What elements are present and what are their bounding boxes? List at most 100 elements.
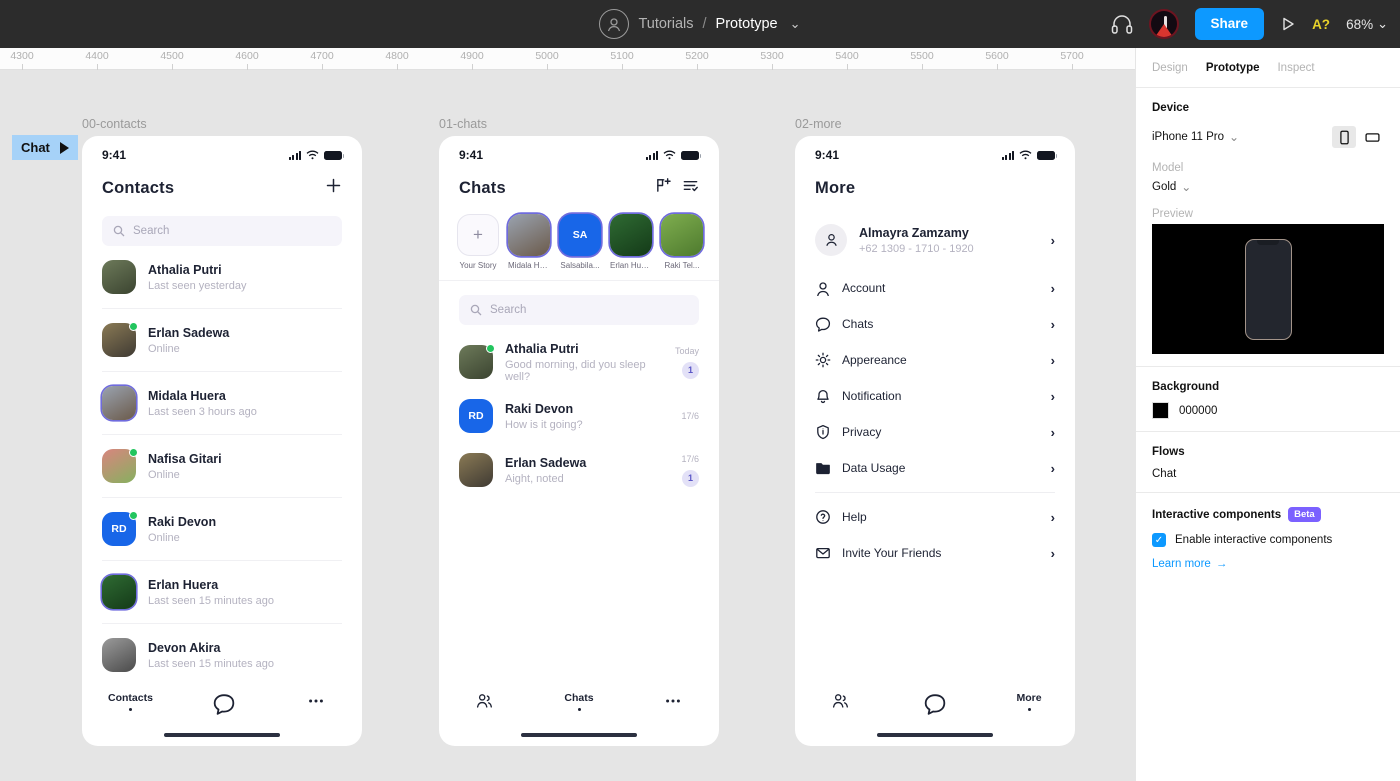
more-menu-item[interactable]: Data Usage ›: [815, 450, 1055, 486]
chevron-down-icon[interactable]: ⌄: [790, 16, 801, 32]
background-hex-value[interactable]: 000000: [1179, 405, 1217, 417]
plus-icon[interactable]: [325, 177, 342, 199]
chat-bubble-icon[interactable]: [212, 692, 236, 716]
a11y-status-indicator[interactable]: A?: [1312, 17, 1330, 32]
contact-row[interactable]: Devon Akira Last seen 15 minutes ago: [102, 624, 342, 678]
tab-item-chats[interactable]: Chats: [559, 692, 599, 711]
frame-label-more[interactable]: 02-more: [795, 117, 842, 131]
learn-more-link[interactable]: Learn more →: [1152, 558, 1227, 570]
chat-bubble-icon[interactable]: [923, 692, 947, 716]
color-swatch[interactable]: [1152, 402, 1169, 419]
status-bar-time: 9:41: [459, 148, 484, 162]
contacts-people-icon[interactable]: [832, 692, 850, 710]
more-items-group-2[interactable]: Help › Invite Your Friends ›: [815, 499, 1055, 571]
status-bar-icons: [645, 150, 701, 160]
contacts-people-icon[interactable]: [476, 692, 494, 710]
frame-00-contacts[interactable]: 9:41 Contacts Search Athalia Putri Last …: [82, 136, 362, 746]
tab-active-dot: [577, 708, 581, 711]
tab-item-more[interactable]: [653, 692, 693, 710]
avatar: RD: [459, 399, 493, 433]
contacts-list[interactable]: Athalia Putri Last seen yesterday Erlan Sa…: [82, 246, 362, 678]
story-item[interactable]: Erlan Huera: [610, 214, 652, 270]
tab-item-chats[interactable]: [915, 692, 955, 716]
more-dots-icon[interactable]: [307, 692, 325, 710]
tab-bar[interactable]: Chats: [439, 678, 719, 746]
frame-label-chats[interactable]: 01-chats: [439, 117, 487, 131]
contact-row[interactable]: RD Raki Devon Online: [102, 498, 342, 561]
phone-landscape-icon[interactable]: [1360, 126, 1384, 148]
frame-01-chats[interactable]: 9:41 Chats + Your Story Midala Hu... SA …: [439, 136, 719, 746]
background-color-row[interactable]: 000000: [1152, 402, 1384, 419]
panel-tab-prototype[interactable]: Prototype: [1206, 62, 1260, 74]
stories-strip[interactable]: + Your Story Midala Hu... SA Salsabila... Erl…: [439, 202, 719, 281]
share-button[interactable]: Share: [1194, 8, 1265, 40]
status-bar: 9:41: [439, 136, 719, 168]
search-input[interactable]: Search: [102, 216, 342, 246]
play-triangle-icon[interactable]: [59, 141, 69, 154]
profile-phone: +62 1309 - 1710 - 1920: [859, 242, 974, 255]
story-item[interactable]: Midala Hu...: [508, 214, 550, 270]
chat-row[interactable]: Erlan Sadewa Aight, noted 17/6 1: [459, 443, 699, 497]
contact-row[interactable]: Athalia Putri Last seen yesterday: [102, 246, 342, 309]
user-avatar[interactable]: [1148, 9, 1179, 39]
chat-row[interactable]: RD Raki Devon How is it going? 17/6: [459, 389, 699, 443]
more-menu-item[interactable]: Help ›: [815, 499, 1055, 535]
design-canvas[interactable]: Chat 00-contacts 9:41 Contacts Search At…: [0, 70, 1135, 781]
tab-item-more[interactable]: More: [1009, 692, 1049, 711]
tab-bar[interactable]: Contacts: [82, 678, 362, 746]
more-list[interactable]: Almayra Zamzamy +62 1309 - 1710 - 1920 ›…: [795, 202, 1075, 678]
tab-item-more[interactable]: [296, 692, 336, 710]
story-item[interactable]: SA Salsabila...: [559, 214, 601, 270]
model-select[interactable]: Gold ⌄: [1152, 180, 1191, 194]
avatar: [102, 575, 136, 609]
checkbox-icon[interactable]: ✓: [1152, 533, 1166, 547]
tab-item-contacts[interactable]: [821, 692, 861, 710]
breadcrumb-project[interactable]: Tutorials: [638, 16, 693, 32]
contact-row[interactable]: Midala Huera Last seen 3 hours ago: [102, 372, 342, 435]
panel-tabs[interactable]: Design Prototype Inspect: [1136, 48, 1400, 88]
user-circle-icon[interactable]: [599, 9, 630, 39]
frame-label-contacts[interactable]: 00-contacts: [82, 117, 147, 131]
more-menu-item[interactable]: Privacy ›: [815, 414, 1055, 450]
cellular-signal-icon: [1001, 150, 1014, 160]
tab-item-chats[interactable]: [204, 692, 244, 716]
more-menu-item[interactable]: Notification ›: [815, 378, 1055, 414]
contact-row[interactable]: Erlan Sadewa Online: [102, 309, 342, 372]
play-icon[interactable]: [1280, 16, 1296, 32]
tab-bar[interactable]: More: [795, 678, 1075, 746]
new-message-icon[interactable]: [655, 177, 672, 199]
frame-02-more[interactable]: 9:41 More Almayra Zamzamy +62 1309 - 171…: [795, 136, 1075, 746]
search-input[interactable]: Search: [459, 295, 699, 325]
contact-row[interactable]: Nafisa Gitari Online: [102, 435, 342, 498]
more-items-group-1[interactable]: Account › Chats › Appereance › Notification › Pr…: [815, 270, 1055, 486]
more-menu-item[interactable]: Invite Your Friends ›: [815, 535, 1055, 571]
more-dots-icon[interactable]: [664, 692, 682, 710]
chat-row[interactable]: Athalia Putri Good morning, did you sleep…: [459, 335, 699, 389]
read-all-icon[interactable]: [682, 177, 699, 199]
chats-list[interactable]: Athalia Putri Good morning, did you sleep…: [439, 325, 719, 678]
story-item[interactable]: Raki Tel...: [661, 214, 703, 270]
phone-portrait-icon[interactable]: [1332, 126, 1356, 148]
chat-name: Athalia Putri: [505, 341, 579, 356]
panel-tab-inspect[interactable]: Inspect: [1277, 62, 1314, 74]
headphones-icon[interactable]: [1111, 14, 1133, 34]
flow-item-chat[interactable]: Chat: [1152, 468, 1384, 480]
profile-row[interactable]: Almayra Zamzamy +62 1309 - 1710 - 1920 ›: [815, 212, 1055, 270]
contact-row[interactable]: Erlan Huera Last seen 15 minutes ago: [102, 561, 342, 624]
more-menu-item[interactable]: Appereance ›: [815, 342, 1055, 378]
enable-interactive-components-checkbox[interactable]: ✓ Enable interactive components: [1152, 533, 1384, 547]
story-item[interactable]: + Your Story: [457, 214, 499, 270]
tab-item-contacts[interactable]: Contacts: [108, 692, 153, 711]
chat-name: Erlan Sadewa: [505, 455, 587, 470]
orientation-toggle-group[interactable]: [1332, 126, 1384, 148]
tab-item-contacts[interactable]: [465, 692, 505, 710]
more-menu-item[interactable]: Chats ›: [815, 306, 1055, 342]
zoom-level-control[interactable]: 68% ⌄: [1346, 16, 1388, 32]
panel-tab-design[interactable]: Design: [1152, 62, 1188, 74]
flow-start-badge[interactable]: Chat: [12, 135, 78, 160]
home-indicator: [521, 733, 637, 737]
chevron-right-icon: ›: [1050, 232, 1055, 248]
device-select[interactable]: iPhone 11 Pro ⌄: [1152, 130, 1239, 144]
breadcrumb-file[interactable]: Prototype: [716, 16, 778, 32]
more-menu-item[interactable]: Account ›: [815, 270, 1055, 306]
